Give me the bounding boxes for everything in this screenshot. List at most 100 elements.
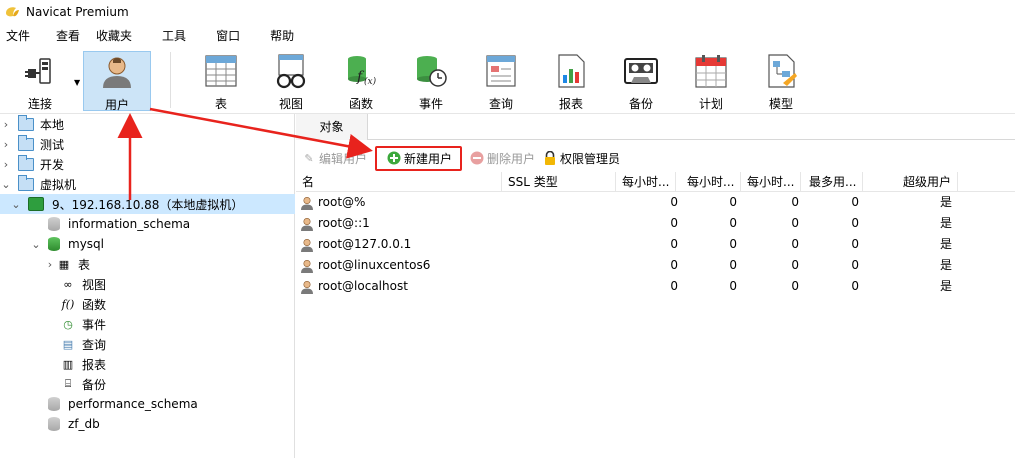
tree-label: performance_schema bbox=[68, 397, 198, 411]
limit-cell: 0 bbox=[791, 258, 799, 272]
menu-file[interactable]: 文件 bbox=[0, 26, 38, 46]
user-name-text: root@127.0.0.1 bbox=[318, 237, 412, 251]
user-icon bbox=[301, 238, 313, 252]
database-icon bbox=[48, 237, 60, 251]
tree-item-dev[interactable]: › 开发 bbox=[0, 154, 295, 174]
menu-tools[interactable]: 工具 bbox=[154, 26, 194, 46]
expand-chevron-icon[interactable]: › bbox=[0, 138, 12, 151]
tree-item-mysql-event[interactable]: ◷ 事件 bbox=[0, 314, 295, 334]
col-header-max-user-connections[interactable]: 最多用... bbox=[803, 172, 863, 192]
col-header-ssl-type[interactable]: SSL 类型 bbox=[502, 172, 616, 192]
query-button[interactable]: 查询 bbox=[469, 51, 533, 111]
col-header-max-connections[interactable]: 每小时... bbox=[741, 172, 801, 192]
tree-item-test[interactable]: › 测试 bbox=[0, 134, 295, 154]
title-bar: Navicat Premium bbox=[0, 0, 1015, 24]
folder-icon bbox=[18, 114, 34, 131]
function-icon: f (x) bbox=[348, 56, 377, 87]
collapse-chevron-icon[interactable]: ⌄ bbox=[10, 198, 22, 211]
table-row[interactable]: root@::1 0 0 0 0 是 bbox=[296, 213, 1015, 234]
col-header-superuser[interactable]: 超级用户 bbox=[863, 172, 958, 192]
limit-cell: 0 bbox=[791, 237, 799, 251]
tree-item-performance-schema[interactable]: performance_schema bbox=[0, 394, 295, 414]
user-name-cell: root@localhost bbox=[300, 276, 500, 297]
backup-label: 备份 bbox=[628, 97, 653, 111]
privilege-manager-button[interactable]: 权限管理员 bbox=[543, 150, 620, 167]
backup-cassette-icon: ⌸ bbox=[64, 377, 72, 390]
tree-item-information-schema[interactable]: information_schema bbox=[0, 214, 295, 234]
expand-chevron-icon[interactable]: › bbox=[44, 258, 56, 271]
new-user-button[interactable]: 新建用户 bbox=[375, 145, 463, 171]
menu-window[interactable]: 窗口 bbox=[208, 26, 248, 46]
limit-cell: 0 bbox=[791, 195, 799, 209]
user-name-text: root@localhost bbox=[318, 279, 408, 293]
superuser-cell: 是 bbox=[939, 258, 952, 272]
connect-dropdown-icon[interactable]: ▼ bbox=[74, 78, 80, 87]
user-label: 用户 bbox=[104, 98, 129, 112]
tree-item-mysql-table[interactable]: › ▦ 表 bbox=[0, 254, 295, 274]
user-name-text: root@% bbox=[318, 195, 366, 209]
connect-button[interactable]: 连接 bbox=[8, 51, 72, 111]
col-header-max-queries[interactable]: 每小时... bbox=[616, 172, 676, 192]
plug-icon bbox=[25, 58, 51, 84]
table-label: 表 bbox=[214, 97, 227, 111]
event-label: 事件 bbox=[418, 97, 443, 111]
app-title: Navicat Premium bbox=[26, 5, 129, 19]
table-row[interactable]: root@% 0 0 0 0 是 bbox=[296, 192, 1015, 213]
report-icon bbox=[558, 54, 585, 88]
limit-cell: 0 bbox=[670, 279, 678, 293]
limit-cell: 0 bbox=[791, 216, 799, 230]
limit-cell: 0 bbox=[791, 279, 799, 293]
tree-item-mysql-backup[interactable]: ⌸ 备份 bbox=[0, 374, 295, 394]
collapse-chevron-icon[interactable]: ⌄ bbox=[0, 178, 12, 191]
schedule-button[interactable]: 计划 bbox=[679, 51, 743, 111]
report-label: 报表 bbox=[558, 97, 583, 111]
limit-cell: 0 bbox=[851, 258, 859, 272]
user-button[interactable]: 用户 bbox=[83, 51, 151, 112]
tree-item-zf-db[interactable]: zf_db bbox=[0, 414, 295, 434]
report-button[interactable]: 报表 bbox=[539, 51, 603, 111]
tree-item-mysql-report[interactable]: ▥ 报表 bbox=[0, 354, 295, 374]
model-button[interactable]: 模型 bbox=[749, 51, 813, 111]
table-row[interactable]: root@localhost 0 0 0 0 是 bbox=[296, 276, 1015, 297]
tree-item-mysql[interactable]: ⌄ mysql bbox=[0, 234, 295, 254]
tree-item-local[interactable]: › 本地 bbox=[0, 114, 295, 134]
user-name-cell: root@% bbox=[300, 192, 500, 213]
tree-item-mysql-function[interactable]: f() 函数 bbox=[0, 294, 295, 314]
tree-item-mysql-query[interactable]: ▤ 查询 bbox=[0, 334, 295, 354]
expand-chevron-icon[interactable]: › bbox=[0, 118, 12, 131]
table-button[interactable]: 表 bbox=[189, 51, 253, 111]
edit-user-label: 编辑用户 bbox=[319, 151, 368, 166]
menu-help[interactable]: 帮助 bbox=[262, 26, 302, 46]
backup-button[interactable]: 备份 bbox=[609, 51, 673, 111]
edit-user-button[interactable]: ✎ 编辑用户 bbox=[302, 150, 367, 167]
table-row[interactable]: root@linuxcentos6 0 0 0 0 是 bbox=[296, 255, 1015, 276]
table-row[interactable]: root@127.0.0.1 0 0 0 0 是 bbox=[296, 234, 1015, 255]
tree-label: 报表 bbox=[82, 357, 107, 372]
delete-user-button[interactable]: 删除用户 bbox=[470, 150, 535, 167]
connection-tree: › 本地 › 测试 › 开发 ⌄ 虚拟机 ⌄ 9、192.168.10.88（本… bbox=[0, 114, 295, 458]
pencil-icon: ✎ bbox=[304, 151, 314, 165]
remove-icon bbox=[470, 151, 484, 165]
limit-cell: 0 bbox=[851, 195, 859, 209]
tree-item-vm[interactable]: ⌄ 虚拟机 bbox=[0, 174, 295, 194]
tree-item-mysql-view[interactable]: ∞ 视图 bbox=[0, 274, 295, 294]
view-button[interactable]: 视图 bbox=[259, 51, 323, 111]
tree-label: 本地 bbox=[40, 117, 65, 132]
mysql-connection-icon bbox=[28, 197, 44, 211]
collapse-chevron-icon[interactable]: ⌄ bbox=[30, 238, 42, 251]
col-header-max-updates[interactable]: 每小时... bbox=[681, 172, 741, 192]
folder-icon bbox=[18, 154, 34, 171]
main-toolbar: 连接 ▼ 用户 表 视图 f (x) 函数 事件 查询 报表 备份 计划 模型 bbox=[0, 48, 1015, 114]
tab-objects[interactable]: 对象 bbox=[296, 114, 368, 140]
col-header-name[interactable]: 名 bbox=[296, 172, 502, 192]
menu-view[interactable]: 查看 bbox=[48, 26, 88, 46]
tree-item-connection[interactable]: ⌄ 9、192.168.10.88（本地虚拟机） bbox=[0, 194, 295, 214]
limit-cell: 0 bbox=[729, 258, 737, 272]
menu-favorites[interactable]: 收藏夹 bbox=[88, 26, 140, 46]
function-button[interactable]: f (x) 函数 bbox=[329, 51, 393, 111]
expand-chevron-icon[interactable]: › bbox=[0, 158, 12, 171]
event-button[interactable]: 事件 bbox=[399, 51, 463, 111]
report-icon: ▥ bbox=[62, 357, 74, 371]
folder-icon bbox=[18, 174, 34, 191]
view-icon: ∞ bbox=[63, 277, 73, 291]
